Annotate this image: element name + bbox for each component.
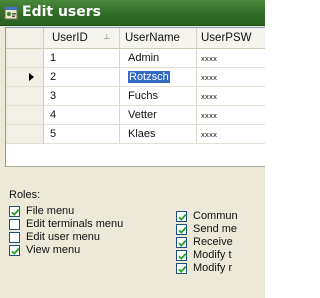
app-icon	[4, 6, 18, 20]
roles-panel: Roles: File menu Edit terminals menu Edit …	[0, 168, 265, 298]
checked-box-icon[interactable]	[9, 245, 20, 256]
current-row-pointer-icon	[29, 73, 34, 81]
checked-box-icon[interactable]	[9, 206, 20, 217]
role-checkbox-label: File menu	[26, 205, 75, 217]
checked-box-icon[interactable]	[176, 211, 187, 222]
window-title: Edit users	[22, 4, 101, 20]
cell-user-name[interactable]: Fuchs	[120, 87, 197, 106]
unchecked-box-icon[interactable]	[9, 232, 20, 243]
user-password-value: xxxx	[201, 130, 218, 139]
row-indicator[interactable]	[6, 68, 44, 87]
row-indicator[interactable]	[6, 106, 44, 125]
cell-user-name[interactable]: Rotzsch	[120, 68, 197, 87]
column-header-username[interactable]: UserName	[120, 28, 197, 48]
cell-user-name[interactable]: Admin	[120, 49, 197, 68]
user-id-value: 2	[50, 71, 57, 83]
row-indicator[interactable]	[6, 87, 44, 106]
column-header-label: UserName	[125, 32, 180, 44]
cell-user-name[interactable]: Klaes	[120, 125, 197, 144]
cell-user-id[interactable]: 4	[44, 106, 120, 125]
cell-user-id[interactable]: 2	[44, 68, 120, 87]
role-checkbox-label: Edit terminals menu	[26, 218, 124, 230]
role-checkbox-label: Edit user menu	[26, 231, 100, 243]
table-row[interactable]: 5 Klaes xxxx	[6, 125, 265, 144]
checked-box-icon[interactable]	[176, 250, 187, 261]
table-row[interactable]: 2 Rotzsch xxxx	[6, 68, 265, 87]
edit-users-window: Edit users UserID ┴ UserName UserPSW 1 Admin x…	[0, 0, 265, 298]
cell-user-password[interactable]: xxxx	[197, 49, 265, 68]
cell-user-id[interactable]: 1	[44, 49, 120, 68]
unchecked-box-icon[interactable]	[9, 219, 20, 230]
role-checkbox-label: Modify r	[193, 262, 233, 274]
table-row[interactable]: 4 Vetter xxxx	[6, 106, 265, 125]
cell-user-id[interactable]: 3	[44, 87, 120, 106]
column-header-userpsw[interactable]: UserPSW	[197, 28, 265, 48]
user-password-value: xxxx	[201, 111, 218, 120]
grid-bottom-divider	[6, 166, 265, 167]
checked-box-icon[interactable]	[176, 224, 187, 235]
cell-user-password[interactable]: xxxx	[197, 68, 265, 87]
column-header-userid[interactable]: UserID ┴	[44, 28, 120, 48]
role-checkbox-label: View menu	[26, 244, 81, 256]
checked-box-icon[interactable]	[176, 263, 187, 274]
sort-indicator-icon: ┴	[104, 34, 110, 43]
user-name-value: Admin	[128, 52, 160, 64]
cell-user-password[interactable]: xxxx	[197, 106, 265, 125]
user-name-value: Klaes	[128, 128, 156, 140]
role-checkbox-label: Modify t	[193, 249, 232, 261]
table-row[interactable]: 3 Fuchs xxxx	[6, 87, 265, 106]
cell-user-id[interactable]: 5	[44, 125, 120, 144]
row-indicator[interactable]	[6, 125, 44, 144]
table-row[interactable]: 1 Admin xxxx	[6, 49, 265, 68]
user-id-value: 1	[50, 52, 57, 64]
user-id-value: 5	[50, 128, 57, 140]
user-id-value: 3	[50, 90, 57, 102]
user-password-value: xxxx	[201, 54, 218, 63]
column-header-label: UserPSW	[201, 32, 252, 44]
cell-user-password[interactable]: xxxx	[197, 87, 265, 106]
roles-label: Roles:	[9, 189, 41, 201]
user-password-value: xxxx	[201, 92, 218, 101]
title-bar[interactable]: Edit users	[0, 0, 265, 26]
user-name-value: Fuchs	[128, 90, 158, 102]
cell-user-name[interactable]: Vetter	[120, 106, 197, 125]
column-header-label: UserID	[52, 32, 88, 44]
checked-box-icon[interactable]	[176, 237, 187, 248]
role-checkbox-label: Send me	[193, 223, 238, 235]
user-name-value: Rotzsch	[128, 71, 170, 83]
role-checkbox-label: Receive	[193, 236, 233, 248]
user-password-value: xxxx	[201, 73, 218, 82]
role-checkbox-label: Commun	[193, 210, 238, 222]
grid-header-row: UserID ┴ UserName UserPSW	[6, 28, 265, 49]
user-name-value: Vetter	[128, 109, 157, 121]
cell-user-password[interactable]: xxxx	[197, 125, 265, 144]
header-corner	[6, 28, 44, 48]
users-grid[interactable]: UserID ┴ UserName UserPSW 1 Admin xxxx 2 Rotzsch…	[5, 27, 265, 167]
user-id-value: 4	[50, 109, 57, 121]
row-indicator[interactable]	[6, 49, 44, 68]
